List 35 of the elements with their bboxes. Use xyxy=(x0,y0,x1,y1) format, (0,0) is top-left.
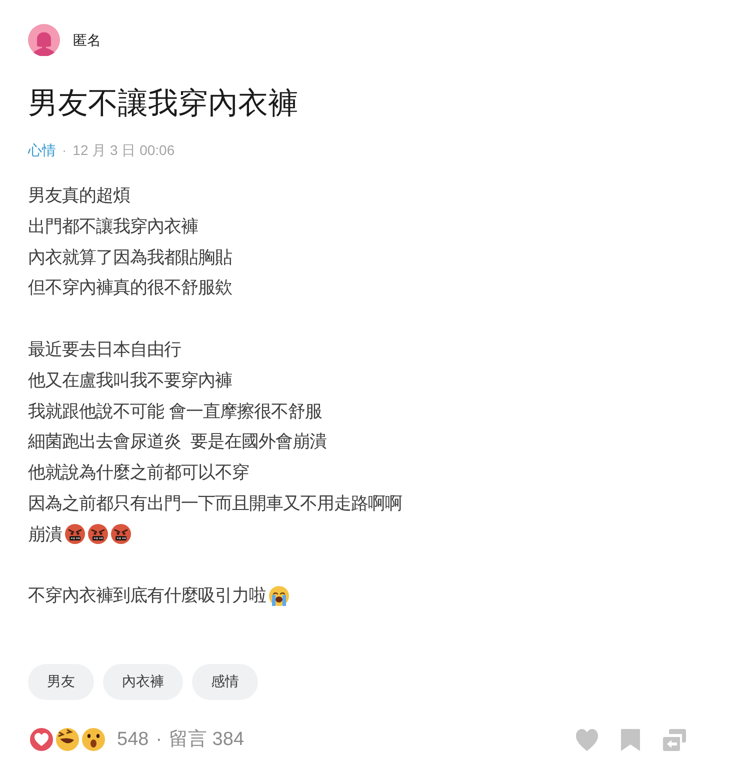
reaction-count: 548 xyxy=(117,728,149,752)
post-text-line: 男友真的超煩 xyxy=(28,184,130,207)
avatar-icon xyxy=(28,24,60,56)
repost-icon xyxy=(663,728,686,751)
surprised-face-icon xyxy=(80,726,107,754)
post-text-line: 出門都不讓我穿內衣褲 xyxy=(28,214,198,238)
share-button[interactable] xyxy=(663,728,686,751)
topic-tag[interactable]: 感情 xyxy=(192,664,258,700)
footer-separator: · xyxy=(156,728,162,752)
post-text-line: 他又在盧我叫我不要穿內褲 xyxy=(28,368,232,392)
bookmark-button[interactable] xyxy=(621,728,640,751)
post-title: 男友不讓我穿內衣褲 xyxy=(28,86,299,122)
heart-reaction-icon xyxy=(28,726,55,754)
post-date: 12 月 3 日 00:06 xyxy=(72,141,175,160)
meta-separator: · xyxy=(62,141,67,160)
post-text-line: 我就跟他說不可能 會一直摩擦很不舒服 xyxy=(28,400,322,423)
post-text-line: 但不穿內褲真的很不舒服欸 xyxy=(28,276,232,300)
like-button[interactable] xyxy=(576,728,598,751)
post-text-line: 細菌跑出去會尿道炎 要是在國外會崩潰 xyxy=(28,430,327,454)
post-text-line: 最近要去日本自由行 xyxy=(28,338,181,361)
post-text-line: 他就說為什麼之前都可以不穿 xyxy=(28,461,249,484)
topic-tag[interactable]: 男友 xyxy=(28,664,94,700)
bookmark-icon xyxy=(621,728,640,751)
post-text-line: 不穿內衣褲到底有什麼吸引力啦 xyxy=(28,584,266,608)
angry-face-icon xyxy=(65,524,85,544)
post-text-line: 因為之前都只有出門一下而且開車又不用走路啊啊 xyxy=(28,492,402,515)
heart-icon xyxy=(576,728,598,751)
angry-face-icon xyxy=(111,524,131,544)
post-text-line: 內衣就算了因為我都貼胸貼 xyxy=(28,246,232,269)
laughing-face-icon xyxy=(54,726,81,754)
post-text-line: 崩潰 xyxy=(28,522,62,546)
crying-face-icon xyxy=(269,586,289,606)
author-name: 匿名 xyxy=(73,31,101,50)
angry-face-icon xyxy=(88,524,108,544)
topic-tag[interactable]: 內衣褲 xyxy=(103,664,183,700)
